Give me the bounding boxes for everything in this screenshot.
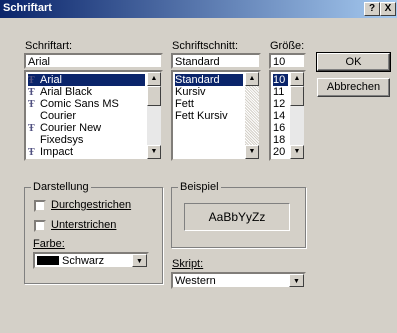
size-list-item-label: 16 xyxy=(273,122,286,134)
style-label: Schriftschnitt: xyxy=(172,40,238,52)
style-list-item-label: Fett xyxy=(175,98,194,110)
font-list[interactable]: Ŧ Impact Fixedsys Ŧ Courier New Courier Ŧ Comic… xyxy=(24,70,163,161)
size-list-scrollbar[interactable]: ▲ ▼ xyxy=(290,72,304,159)
size-list[interactable]: 20 18 16 14 12 11 10 ▲ ▼ xyxy=(269,70,306,161)
help-button[interactable]: ? xyxy=(364,2,380,16)
font-list-item[interactable]: Ŧ Comic Sans MS xyxy=(28,98,145,110)
style-input-value: Standard xyxy=(175,56,220,68)
scroll-down-icon[interactable]: ▼ xyxy=(245,145,259,159)
font-list-item-label: Arial xyxy=(40,74,63,86)
size-list-item[interactable]: 18 xyxy=(273,134,288,146)
style-list-item[interactable]: Standard xyxy=(175,74,243,86)
font-list-item[interactable]: Fixedsys xyxy=(28,134,145,146)
script-label: Skript: xyxy=(172,258,204,270)
scroll-thumb[interactable] xyxy=(290,86,304,106)
cancel-button[interactable]: Abbrechen xyxy=(317,78,390,97)
strikeout-checkbox[interactable] xyxy=(34,200,46,212)
font-list-item-label: Fixedsys xyxy=(40,134,84,146)
font-list-item-label: Courier xyxy=(40,110,77,122)
size-label-text: Größe: xyxy=(270,40,305,52)
size-list-item-label: 11 xyxy=(273,86,285,98)
truetype-icon: Ŧ xyxy=(28,99,35,110)
style-list-item-label: Standard xyxy=(175,74,220,86)
scroll-down-icon[interactable]: ▼ xyxy=(147,145,161,159)
font-label-text: Schriftart: xyxy=(25,40,73,52)
ok-button[interactable]: OK xyxy=(316,52,391,72)
size-list-item-label: 20 xyxy=(273,146,286,158)
size-list-item[interactable]: 20 xyxy=(273,146,288,158)
font-list-item-label: Comic Sans MS xyxy=(40,98,119,110)
font-label: Schriftart: xyxy=(25,40,72,52)
scroll-up-icon[interactable]: ▲ xyxy=(245,72,259,86)
title-bar[interactable]: Schriftart ? X xyxy=(0,0,397,18)
color-value: Schwarz xyxy=(62,255,105,267)
close-button[interactable]: X xyxy=(380,2,396,16)
scroll-thumb[interactable] xyxy=(147,86,161,106)
size-input-value: 10 xyxy=(273,56,286,68)
effects-group: Darstellung Durchgestrichen Unterstriche… xyxy=(24,181,163,284)
chevron-down-icon[interactable]: ▼ xyxy=(289,274,304,287)
size-input[interactable]: 10 xyxy=(269,53,306,69)
size-list-item-label: 12 xyxy=(273,98,286,110)
size-list-item-label: 10 xyxy=(273,74,286,86)
size-list-item[interactable]: 14 xyxy=(273,110,288,122)
size-list-item-label: 14 xyxy=(273,110,286,122)
underline-label[interactable]: Unterstrichen xyxy=(51,219,116,231)
size-label: Größe: xyxy=(270,40,304,52)
size-list-item[interactable]: 12 xyxy=(273,98,288,110)
font-list-item[interactable]: Ŧ Arial Black xyxy=(28,86,145,98)
script-value: Western xyxy=(175,275,216,287)
sample-preview: AaBbYyZz xyxy=(184,203,290,231)
style-list-item-label: Kursiv xyxy=(175,86,206,98)
font-list-item-label: Impact xyxy=(40,146,74,158)
font-input[interactable]: Arial xyxy=(24,53,163,69)
effects-legend: Darstellung xyxy=(31,181,91,193)
font-list-item[interactable]: Courier xyxy=(28,110,145,122)
truetype-icon: Ŧ xyxy=(28,123,35,134)
sample-group: Beispiel AaBbYyZz xyxy=(171,181,306,248)
color-swatch xyxy=(37,256,59,265)
truetype-icon: Ŧ xyxy=(28,87,35,98)
size-list-item[interactable]: 10 xyxy=(273,74,288,86)
style-list-scrollbar[interactable]: ▲ ▼ xyxy=(245,72,259,159)
font-list-item[interactable]: Ŧ Arial xyxy=(28,74,145,86)
font-list-item-label: Arial Black xyxy=(40,86,92,98)
truetype-icon: Ŧ xyxy=(28,147,35,158)
window-title: Schriftart xyxy=(3,2,52,14)
scroll-down-icon[interactable]: ▼ xyxy=(290,145,304,159)
script-select[interactable]: Western ▼ xyxy=(171,272,306,289)
sample-legend: Beispiel xyxy=(178,181,221,193)
style-list-item[interactable]: Kursiv xyxy=(175,86,243,98)
font-list-item-label: Courier New xyxy=(40,122,102,134)
style-list-item[interactable]: Fett Kursiv xyxy=(175,110,243,122)
scroll-up-icon[interactable]: ▲ xyxy=(290,72,304,86)
style-list[interactable]: Fett Kursiv Fett Kursiv Standard ▲ ▼ xyxy=(171,70,261,161)
scroll-up-icon[interactable]: ▲ xyxy=(147,72,161,86)
style-list-item[interactable]: Fett xyxy=(175,98,243,110)
style-input[interactable]: Standard xyxy=(171,53,261,69)
underline-checkbox[interactable] xyxy=(34,220,46,232)
size-list-item[interactable]: 16 xyxy=(273,122,288,134)
size-list-item[interactable]: 11 xyxy=(273,86,288,98)
strikeout-label[interactable]: Durchgestrichen xyxy=(51,199,131,211)
font-input-value: Arial xyxy=(28,56,51,68)
font-list-item[interactable]: Ŧ Courier New xyxy=(28,122,145,134)
truetype-icon: Ŧ xyxy=(28,75,35,86)
chevron-down-icon[interactable]: ▼ xyxy=(132,254,147,267)
color-select[interactable]: Schwarz ▼ xyxy=(33,252,149,269)
style-list-item-label: Fett Kursiv xyxy=(175,110,228,122)
color-label: Farbe: xyxy=(33,238,65,250)
size-list-item-label: 18 xyxy=(273,134,286,146)
font-list-item[interactable]: Ŧ Impact xyxy=(28,146,145,158)
style-label-text: Schriftschnitt: xyxy=(172,40,239,52)
font-list-scrollbar[interactable]: ▲ ▼ xyxy=(147,72,161,159)
